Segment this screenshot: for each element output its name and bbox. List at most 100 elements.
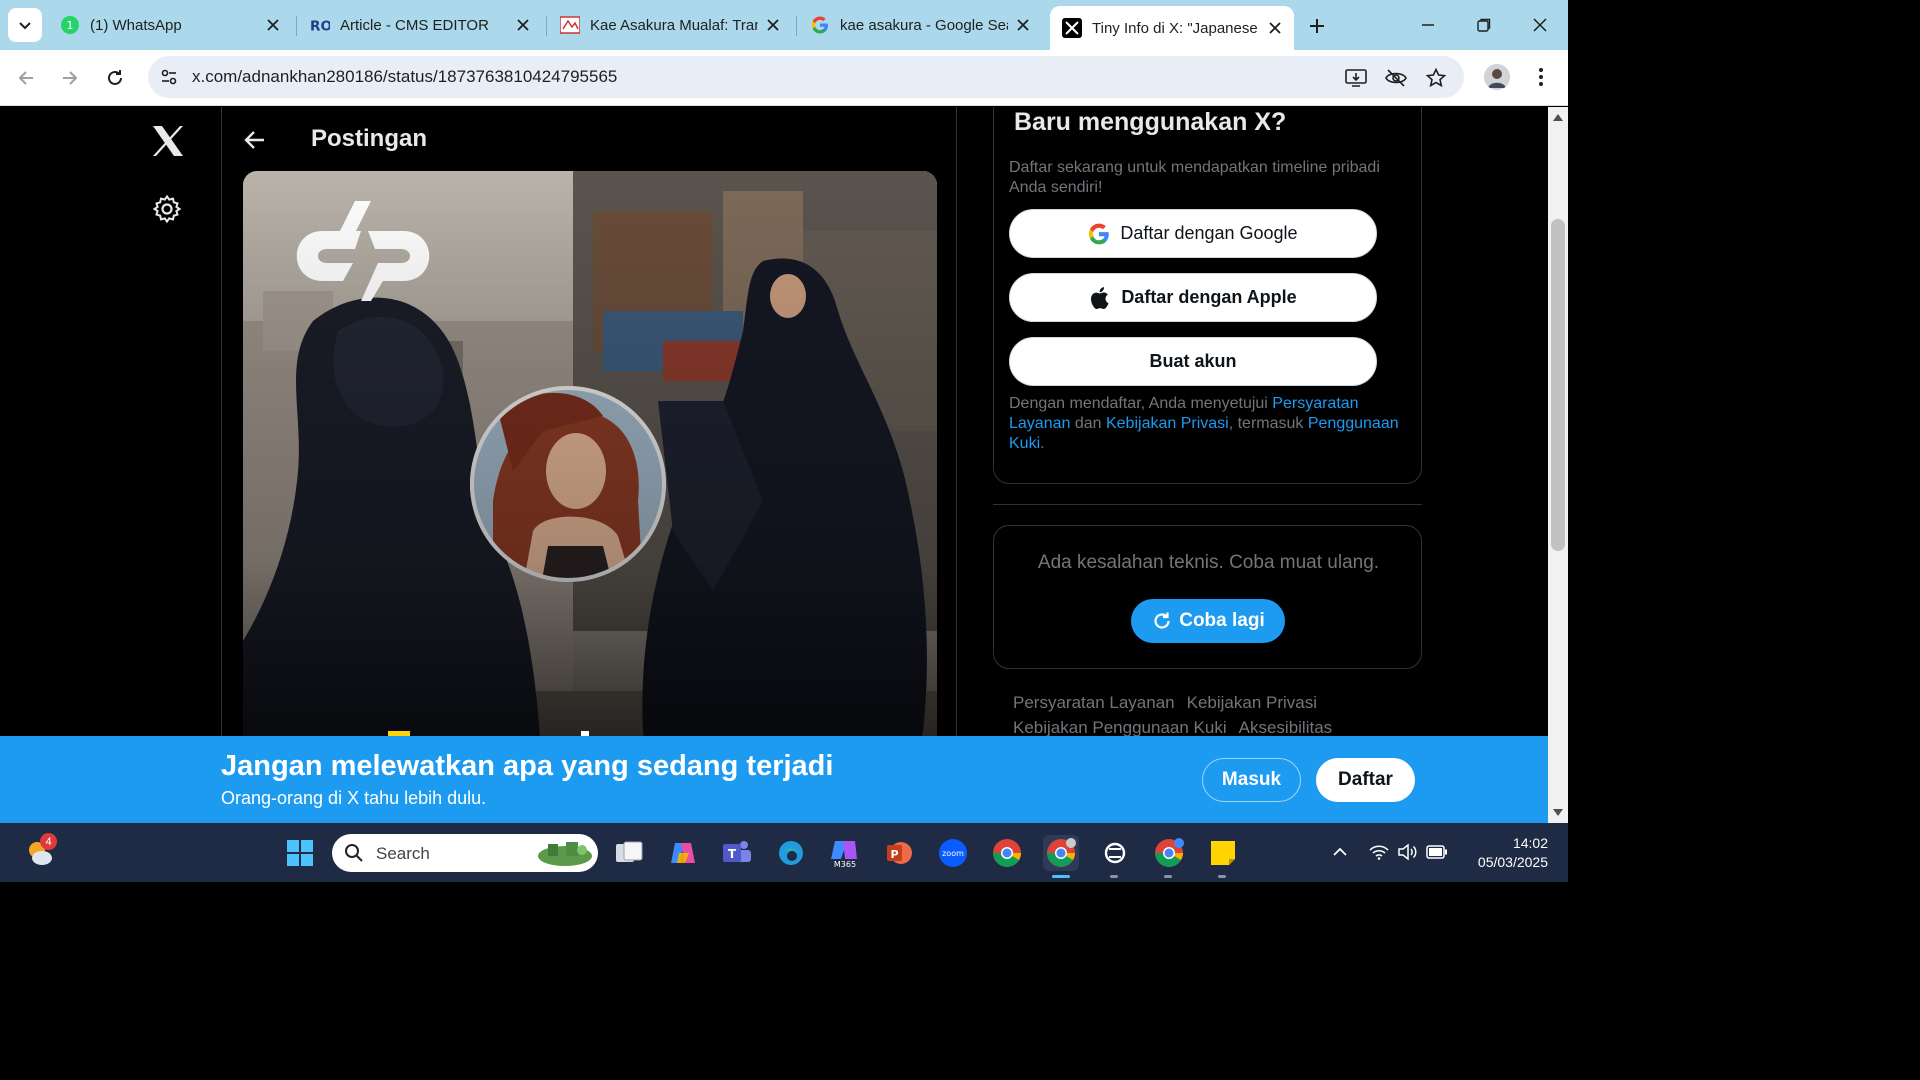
x-logo-icon[interactable] xyxy=(150,123,186,159)
close-icon[interactable] xyxy=(1014,16,1032,34)
footer-link-accessibility[interactable]: Aksesibilitas xyxy=(1239,718,1333,737)
chrome-icon xyxy=(993,839,1021,867)
google-icon xyxy=(1088,223,1110,245)
windows-taskbar: 4 Search T M365 P zoom 14:02 05/03/2025 xyxy=(0,823,1568,882)
profile-avatar[interactable] xyxy=(1484,64,1510,90)
new-tab-button[interactable] xyxy=(1302,11,1332,41)
signup-google-button[interactable]: Daftar dengan Google xyxy=(1009,209,1377,258)
address-bar[interactable]: x.com/adnankhan280186/status/18737638104… xyxy=(148,56,1464,98)
minimize-button[interactable] xyxy=(1408,10,1448,40)
reload-icon xyxy=(108,70,122,85)
app-indicator xyxy=(1110,875,1118,878)
copilot-icon xyxy=(671,843,695,863)
page-title: Postingan xyxy=(311,125,428,152)
chrome-button[interactable] xyxy=(989,835,1025,871)
retry-button[interactable]: Coba lagi xyxy=(1131,599,1285,643)
url-text[interactable]: x.com/adnankhan280186/status/18737638104… xyxy=(192,67,617,87)
login-banner: Jangan melewatkan apa yang sedang terjad… xyxy=(0,736,1548,823)
close-icon[interactable] xyxy=(1266,19,1284,37)
start-button[interactable] xyxy=(282,835,318,871)
zoom-button[interactable]: zoom xyxy=(935,835,971,871)
scroll-thumb[interactable] xyxy=(1551,219,1565,551)
tab-tiny-info-x[interactable]: Tiny Info di X: "Japanese xyxy=(1050,6,1294,50)
svg-text:1: 1 xyxy=(67,19,74,32)
m365-icon: M365 xyxy=(831,841,857,869)
footer-link-privacy[interactable]: Kebijakan Privasi xyxy=(1187,693,1317,712)
show-hidden-icons-button[interactable] xyxy=(1329,841,1351,863)
create-account-button[interactable]: Buat akun xyxy=(1009,337,1377,386)
tab-cms-editor[interactable]: RO Article - CMS EDITOR xyxy=(298,8,542,42)
close-window-button[interactable] xyxy=(1520,10,1560,40)
tab-kae-asakura-article[interactable]: Kae Asakura Mualaf: Tran xyxy=(548,8,792,42)
tab-google-search[interactable]: kae asakura - Google Sea xyxy=(798,8,1042,42)
close-icon[interactable] xyxy=(264,16,282,34)
svg-text:M365: M365 xyxy=(834,860,856,869)
openai-button[interactable] xyxy=(1097,835,1133,871)
post-photo-illustration xyxy=(243,171,937,823)
page-scrollbar[interactable] xyxy=(1548,107,1568,823)
teams-button[interactable]: T xyxy=(719,835,755,871)
edge-button[interactable] xyxy=(773,835,809,871)
x-icon xyxy=(1062,18,1082,38)
arrow-right-icon xyxy=(63,71,78,85)
active-app-indicator xyxy=(1052,875,1070,878)
cms-icon: RO xyxy=(310,15,330,35)
browser-toolbar: x.com/adnankhan280186/status/18737638104… xyxy=(0,50,1568,106)
forward-button[interactable] xyxy=(54,62,86,94)
signup-subtitle: Daftar sekarang untuk mendapatkan timeli… xyxy=(1009,159,1380,196)
retry-label: Coba lagi xyxy=(1179,610,1265,631)
footer-link-terms[interactable]: Persyaratan Layanan xyxy=(1013,693,1175,712)
copilot-button[interactable] xyxy=(665,835,701,871)
footer-link-cookies[interactable]: Kebijakan Penggunaan Kuki xyxy=(1013,718,1227,737)
back-arrow-icon[interactable] xyxy=(242,127,268,153)
system-clock[interactable]: 14:02 05/03/2025 xyxy=(1466,834,1548,872)
tab-title: Article - CMS EDITOR xyxy=(340,16,489,34)
tab-whatsapp[interactable]: 1 (1) WhatsApp xyxy=(48,8,292,42)
chrome-profile2-button[interactable] xyxy=(1151,835,1187,871)
scroll-up-icon[interactable] xyxy=(1552,111,1564,123)
gear-icon[interactable] xyxy=(152,194,182,224)
error-card: Ada kesalahan teknis. Coba muat ulang. C… xyxy=(993,525,1422,669)
install-app-icon[interactable] xyxy=(1344,66,1368,90)
battery-icon[interactable] xyxy=(1426,841,1448,863)
chrome-profile-button[interactable] xyxy=(1043,835,1079,871)
signup-apple-label: Daftar dengan Apple xyxy=(1121,287,1297,307)
chevron-down-icon xyxy=(19,22,31,30)
privacy-link[interactable]: Kebijakan Privasi xyxy=(1106,415,1229,432)
chevron-up-icon xyxy=(1333,847,1347,856)
main-column: Postingan xyxy=(221,107,957,823)
app-indicator xyxy=(1218,875,1226,878)
task-view-button[interactable] xyxy=(611,835,647,871)
scroll-down-icon[interactable] xyxy=(1552,807,1564,819)
search-placeholder: Search xyxy=(376,844,430,863)
tab-search-button[interactable] xyxy=(8,8,42,42)
login-button[interactable]: Masuk xyxy=(1202,758,1301,802)
news-icon xyxy=(560,15,580,35)
reload-button[interactable] xyxy=(99,62,131,94)
signup-button[interactable]: Daftar xyxy=(1316,758,1415,802)
tab-title: Kae Asakura Mualaf: Tran xyxy=(590,16,758,34)
close-icon[interactable] xyxy=(514,16,532,34)
taskbar-search[interactable]: Search xyxy=(332,834,598,872)
signup-google-label: Daftar dengan Google xyxy=(1120,223,1298,243)
tracking-protection-icon[interactable] xyxy=(1384,66,1408,90)
terms-text: Dengan mendaftar, Anda menyetujui Persya… xyxy=(1009,394,1409,454)
browser-menu-button[interactable] xyxy=(1528,64,1554,90)
post-image[interactable] xyxy=(243,171,937,823)
sticky-notes-button[interactable] xyxy=(1205,835,1241,871)
wifi-icon[interactable] xyxy=(1368,841,1390,863)
m365-button[interactable]: M365 xyxy=(827,835,863,871)
bookmark-star-icon[interactable] xyxy=(1424,66,1448,90)
google-icon xyxy=(810,15,830,35)
signup-apple-button[interactable]: Daftar dengan Apple xyxy=(1009,273,1377,322)
signup-title: Baru menggunakan X? xyxy=(1014,108,1287,136)
back-button[interactable] xyxy=(10,62,42,94)
powerpoint-button[interactable]: P xyxy=(881,835,917,871)
plus-icon xyxy=(1310,19,1324,33)
site-settings-icon[interactable] xyxy=(158,66,180,88)
volume-icon[interactable] xyxy=(1396,841,1418,863)
close-icon[interactable] xyxy=(764,16,782,34)
footer-links: Persyaratan Layanan Kebijakan Privasi Keb… xyxy=(1013,690,1423,740)
weather-badge: 4 xyxy=(40,833,57,850)
restore-button[interactable] xyxy=(1464,10,1504,40)
